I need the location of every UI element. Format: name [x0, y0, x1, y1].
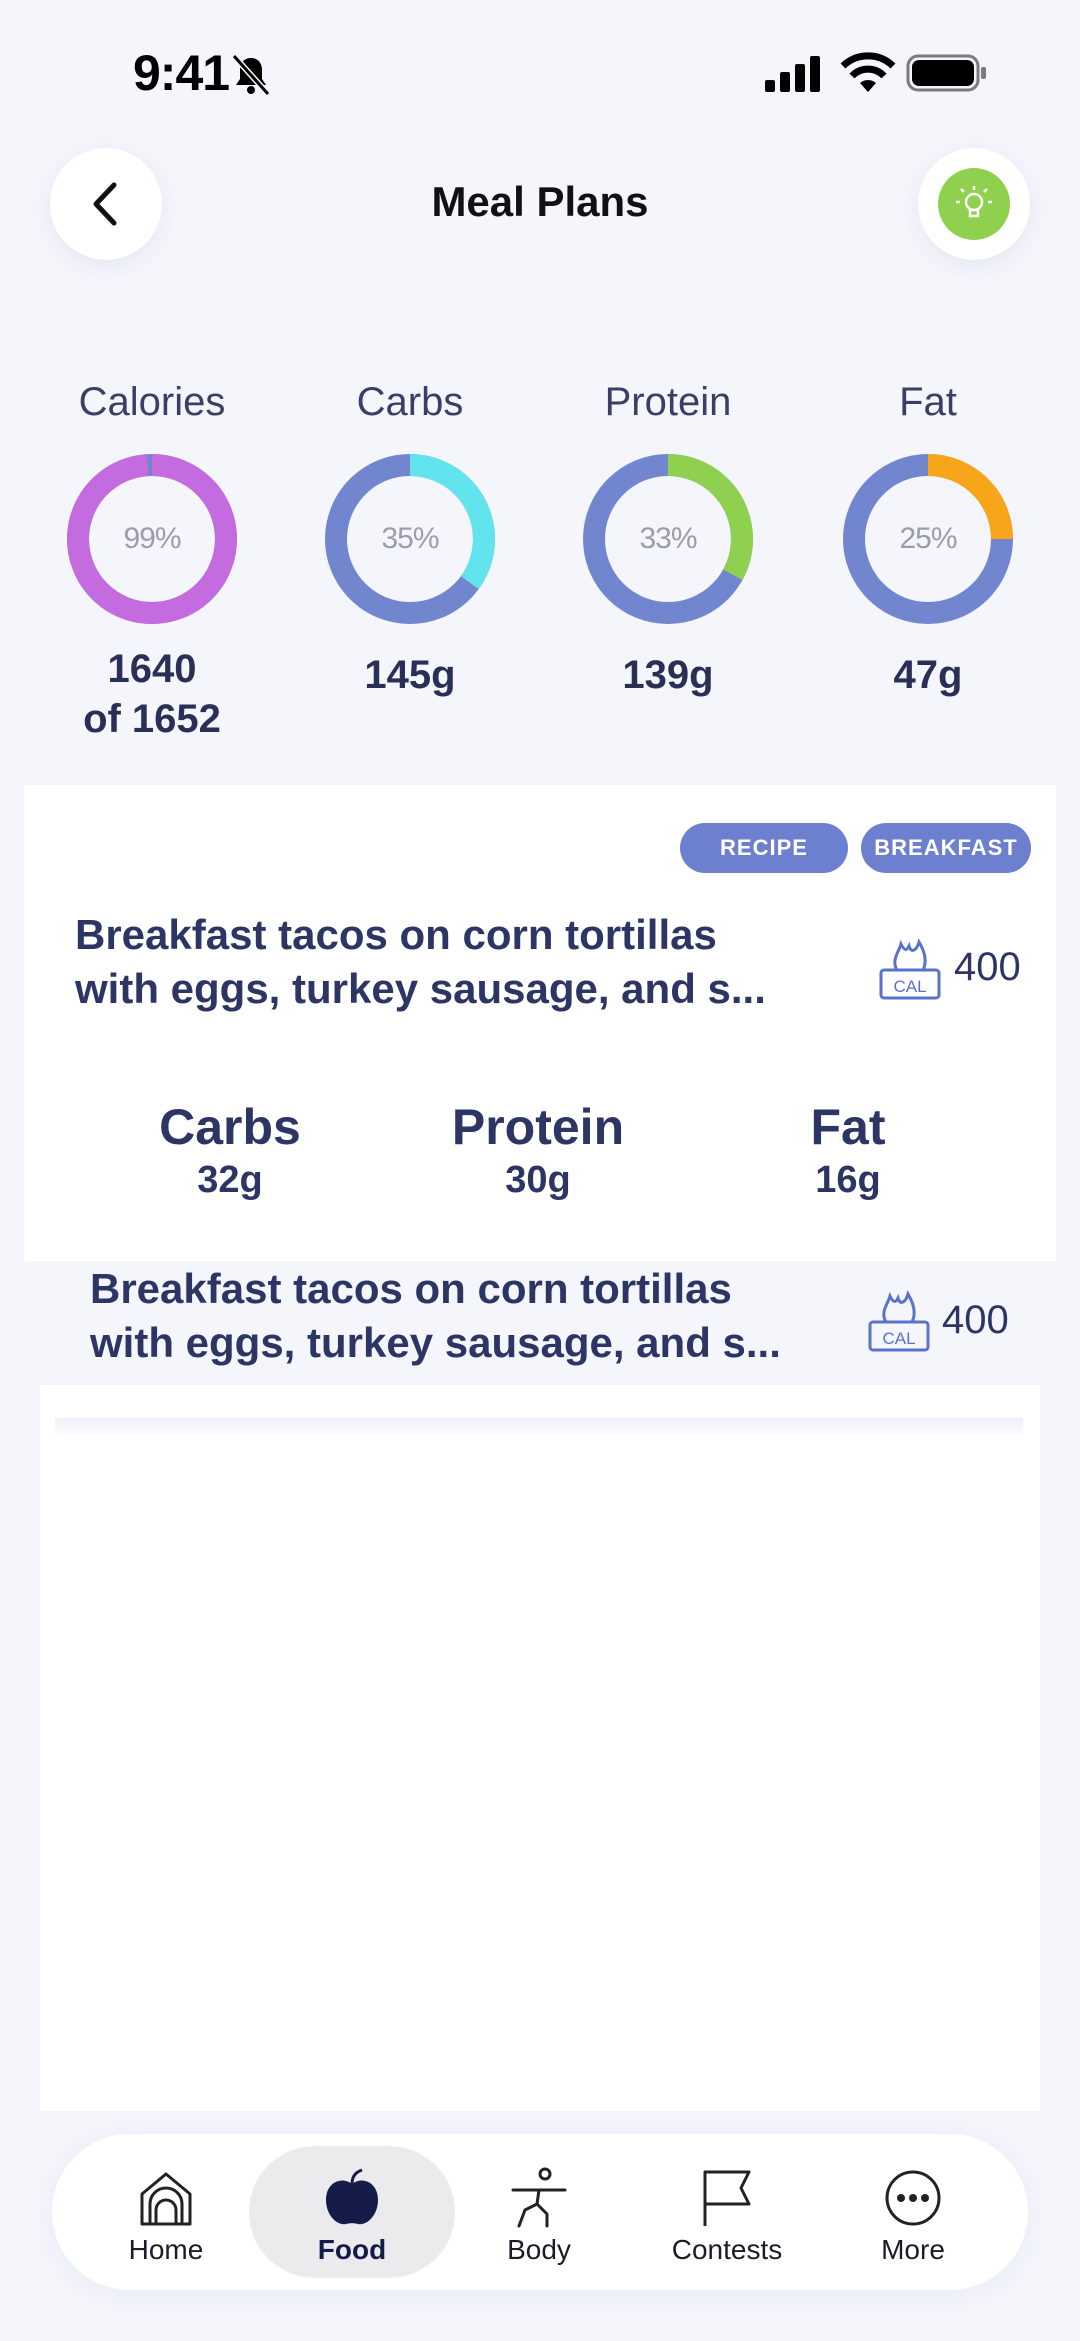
- macro-value: 139g: [622, 653, 714, 697]
- body-icon: [511, 2167, 567, 2228]
- macro-label: Carbs: [356, 380, 464, 424]
- tab-label: More: [881, 2234, 945, 2265]
- more-icon: [885, 2170, 941, 2226]
- divider: [55, 1418, 1023, 1438]
- meal-calories: 400: [954, 945, 1021, 989]
- nutrient-fat: Fat 16g: [810, 1099, 886, 1201]
- macro-label: Fat: [899, 380, 957, 424]
- recipe-tag[interactable]: RECIPE: [680, 823, 848, 873]
- meal-title[interactable]: Breakfast tacos on corn tortillas with e…: [90, 1262, 781, 1370]
- macro-carbs: Carbs 35% 145g: [290, 380, 530, 700]
- meal-calories: 400: [942, 1298, 1009, 1342]
- nutrient-protein: Protein 30g: [451, 1099, 625, 1201]
- tab-label: Body: [507, 2234, 571, 2265]
- macro-label: Calories: [78, 380, 226, 424]
- tab-label: Home: [128, 2234, 204, 2265]
- tab-label: Contests: [671, 2234, 783, 2265]
- progress-ring: 25%: [843, 454, 1013, 624]
- content-panel: [40, 1385, 1040, 2111]
- breakfast-tag[interactable]: BREAKFAST: [861, 823, 1031, 873]
- ring-percent: 35%: [381, 522, 439, 555]
- progress-ring: 35%: [325, 454, 495, 624]
- status-bar: 9:41: [0, 0, 1080, 140]
- silent-bell-icon: [231, 53, 271, 97]
- progress-ring: 33%: [583, 454, 753, 624]
- ring-percent: 25%: [899, 522, 957, 555]
- tab-food[interactable]: Food: [249, 2146, 455, 2278]
- macro-fat: Fat 25% 47g: [808, 380, 1048, 700]
- apple-icon: [326, 2168, 378, 2225]
- ring-percent: 99%: [123, 522, 181, 555]
- macro-label: Protein: [604, 380, 732, 424]
- lightbulb-icon: [956, 186, 992, 218]
- tab-body[interactable]: Body: [444, 2146, 634, 2278]
- svg-text:CAL: CAL: [893, 977, 926, 996]
- calorie-flame-icon: CAL: [879, 938, 941, 1000]
- svg-text:CAL: CAL: [882, 1329, 915, 1348]
- wifi-icon: [840, 52, 896, 92]
- battery-icon: [906, 54, 986, 92]
- tab-contests[interactable]: Contests: [632, 2146, 822, 2278]
- cellular-signal-icon: [765, 56, 820, 92]
- tab-more[interactable]: More: [818, 2146, 1008, 2278]
- macro-protein: Protein 33% 139g: [548, 380, 788, 700]
- home-icon: [140, 2172, 192, 2226]
- tab-home[interactable]: Home: [71, 2146, 261, 2278]
- progress-ring: 99%: [67, 454, 237, 624]
- macro-value: 47g: [893, 653, 963, 697]
- macro-value: 145g: [364, 653, 456, 697]
- tab-label: Food: [317, 2234, 387, 2265]
- status-time: 9:41: [133, 45, 230, 101]
- ring-percent: 33%: [639, 522, 697, 555]
- macro-calories: Calories 99% 1640 of 1652: [32, 380, 272, 744]
- meal-title[interactable]: Breakfast tacos on corn tortillas with e…: [75, 908, 766, 1016]
- macro-value: 1640 of 1652: [83, 647, 221, 741]
- nutrient-carbs: Carbs 32g: [159, 1099, 301, 1201]
- tips-button[interactable]: [918, 148, 1030, 260]
- calorie-flame-icon: CAL: [868, 1290, 930, 1352]
- flag-icon: [703, 2170, 751, 2226]
